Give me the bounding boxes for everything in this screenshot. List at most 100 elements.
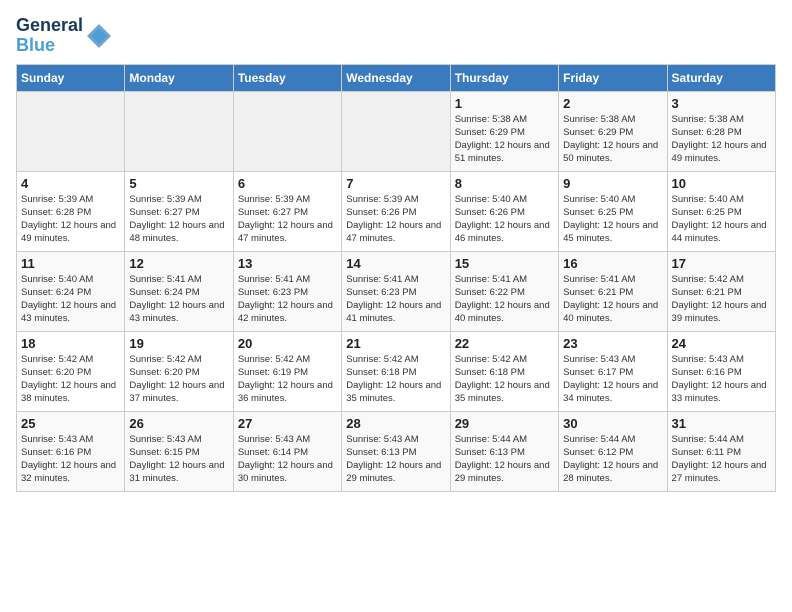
day-number: 31: [672, 416, 771, 431]
day-info: Sunrise: 5:38 AMSunset: 6:29 PMDaylight:…: [563, 114, 658, 165]
weekday-header-tuesday: Tuesday: [233, 64, 341, 91]
day-info: Sunrise: 5:39 AMSunset: 6:26 PMDaylight:…: [346, 194, 441, 245]
calendar-cell: 27 Sunrise: 5:43 AMSunset: 6:14 PMDaylig…: [233, 411, 341, 491]
calendar-cell: [17, 91, 125, 171]
calendar-cell: 30 Sunrise: 5:44 AMSunset: 6:12 PMDaylig…: [559, 411, 667, 491]
calendar-cell: 15 Sunrise: 5:41 AMSunset: 6:22 PMDaylig…: [450, 251, 558, 331]
logo-text: GeneralBlue: [16, 16, 83, 56]
day-number: 4: [21, 176, 120, 191]
day-info: Sunrise: 5:40 AMSunset: 6:24 PMDaylight:…: [21, 274, 116, 325]
day-info: Sunrise: 5:38 AMSunset: 6:28 PMDaylight:…: [672, 114, 767, 165]
day-number: 16: [563, 256, 662, 271]
day-number: 2: [563, 96, 662, 111]
day-number: 26: [129, 416, 228, 431]
calendar-cell: 16 Sunrise: 5:41 AMSunset: 6:21 PMDaylig…: [559, 251, 667, 331]
calendar-cell: 31 Sunrise: 5:44 AMSunset: 6:11 PMDaylig…: [667, 411, 775, 491]
calendar-cell: 21 Sunrise: 5:42 AMSunset: 6:18 PMDaylig…: [342, 331, 450, 411]
day-info: Sunrise: 5:44 AMSunset: 6:11 PMDaylight:…: [672, 434, 767, 485]
day-number: 24: [672, 336, 771, 351]
day-info: Sunrise: 5:40 AMSunset: 6:26 PMDaylight:…: [455, 194, 550, 245]
day-info: Sunrise: 5:41 AMSunset: 6:21 PMDaylight:…: [563, 274, 658, 325]
day-number: 8: [455, 176, 554, 191]
calendar-cell: 9 Sunrise: 5:40 AMSunset: 6:25 PMDayligh…: [559, 171, 667, 251]
calendar-cell: 19 Sunrise: 5:42 AMSunset: 6:20 PMDaylig…: [125, 331, 233, 411]
calendar-cell: 4 Sunrise: 5:39 AMSunset: 6:28 PMDayligh…: [17, 171, 125, 251]
day-number: 7: [346, 176, 445, 191]
day-number: 30: [563, 416, 662, 431]
day-info: Sunrise: 5:41 AMSunset: 6:23 PMDaylight:…: [238, 274, 333, 325]
day-number: 13: [238, 256, 337, 271]
calendar-cell: 5 Sunrise: 5:39 AMSunset: 6:27 PMDayligh…: [125, 171, 233, 251]
calendar-cell: 26 Sunrise: 5:43 AMSunset: 6:15 PMDaylig…: [125, 411, 233, 491]
day-info: Sunrise: 5:43 AMSunset: 6:14 PMDaylight:…: [238, 434, 333, 485]
day-number: 3: [672, 96, 771, 111]
calendar-cell: 3 Sunrise: 5:38 AMSunset: 6:28 PMDayligh…: [667, 91, 775, 171]
week-row: 4 Sunrise: 5:39 AMSunset: 6:28 PMDayligh…: [17, 171, 776, 251]
weekday-header-thursday: Thursday: [450, 64, 558, 91]
day-info: Sunrise: 5:42 AMSunset: 6:20 PMDaylight:…: [21, 354, 116, 405]
day-info: Sunrise: 5:42 AMSunset: 6:20 PMDaylight:…: [129, 354, 224, 405]
week-row: 11 Sunrise: 5:40 AMSunset: 6:24 PMDaylig…: [17, 251, 776, 331]
calendar-cell: 1 Sunrise: 5:38 AMSunset: 6:29 PMDayligh…: [450, 91, 558, 171]
day-number: 21: [346, 336, 445, 351]
day-number: 17: [672, 256, 771, 271]
calendar-cell: 10 Sunrise: 5:40 AMSunset: 6:25 PMDaylig…: [667, 171, 775, 251]
day-number: 12: [129, 256, 228, 271]
day-info: Sunrise: 5:42 AMSunset: 6:19 PMDaylight:…: [238, 354, 333, 405]
day-info: Sunrise: 5:39 AMSunset: 6:27 PMDaylight:…: [129, 194, 224, 245]
day-number: 20: [238, 336, 337, 351]
week-row: 25 Sunrise: 5:43 AMSunset: 6:16 PMDaylig…: [17, 411, 776, 491]
day-number: 1: [455, 96, 554, 111]
day-info: Sunrise: 5:41 AMSunset: 6:24 PMDaylight:…: [129, 274, 224, 325]
calendar-cell: 14 Sunrise: 5:41 AMSunset: 6:23 PMDaylig…: [342, 251, 450, 331]
day-info: Sunrise: 5:43 AMSunset: 6:16 PMDaylight:…: [21, 434, 116, 485]
calendar-cell: 11 Sunrise: 5:40 AMSunset: 6:24 PMDaylig…: [17, 251, 125, 331]
calendar-cell: 7 Sunrise: 5:39 AMSunset: 6:26 PMDayligh…: [342, 171, 450, 251]
calendar-header: SundayMondayTuesdayWednesdayThursdayFrid…: [17, 64, 776, 91]
weekday-header-friday: Friday: [559, 64, 667, 91]
calendar-cell: 28 Sunrise: 5:43 AMSunset: 6:13 PMDaylig…: [342, 411, 450, 491]
day-info: Sunrise: 5:43 AMSunset: 6:13 PMDaylight:…: [346, 434, 441, 485]
calendar-cell: 24 Sunrise: 5:43 AMSunset: 6:16 PMDaylig…: [667, 331, 775, 411]
week-row: 18 Sunrise: 5:42 AMSunset: 6:20 PMDaylig…: [17, 331, 776, 411]
day-info: Sunrise: 5:38 AMSunset: 6:29 PMDaylight:…: [455, 114, 550, 165]
logo-icon: [85, 22, 113, 50]
calendar-cell: 25 Sunrise: 5:43 AMSunset: 6:16 PMDaylig…: [17, 411, 125, 491]
calendar-cell: 29 Sunrise: 5:44 AMSunset: 6:13 PMDaylig…: [450, 411, 558, 491]
day-info: Sunrise: 5:40 AMSunset: 6:25 PMDaylight:…: [563, 194, 658, 245]
day-number: 5: [129, 176, 228, 191]
day-info: Sunrise: 5:44 AMSunset: 6:13 PMDaylight:…: [455, 434, 550, 485]
day-number: 9: [563, 176, 662, 191]
day-info: Sunrise: 5:42 AMSunset: 6:18 PMDaylight:…: [346, 354, 441, 405]
calendar-cell: [342, 91, 450, 171]
day-number: 18: [21, 336, 120, 351]
calendar-cell: 8 Sunrise: 5:40 AMSunset: 6:26 PMDayligh…: [450, 171, 558, 251]
day-info: Sunrise: 5:43 AMSunset: 6:16 PMDaylight:…: [672, 354, 767, 405]
calendar-cell: 18 Sunrise: 5:42 AMSunset: 6:20 PMDaylig…: [17, 331, 125, 411]
calendar-cell: 6 Sunrise: 5:39 AMSunset: 6:27 PMDayligh…: [233, 171, 341, 251]
day-number: 29: [455, 416, 554, 431]
day-number: 11: [21, 256, 120, 271]
calendar-cell: 2 Sunrise: 5:38 AMSunset: 6:29 PMDayligh…: [559, 91, 667, 171]
day-info: Sunrise: 5:42 AMSunset: 6:21 PMDaylight:…: [672, 274, 767, 325]
day-info: Sunrise: 5:44 AMSunset: 6:12 PMDaylight:…: [563, 434, 658, 485]
day-number: 6: [238, 176, 337, 191]
weekday-header-sunday: Sunday: [17, 64, 125, 91]
calendar-cell: 23 Sunrise: 5:43 AMSunset: 6:17 PMDaylig…: [559, 331, 667, 411]
logo: GeneralBlue: [16, 16, 113, 56]
calendar-table: SundayMondayTuesdayWednesdayThursdayFrid…: [16, 64, 776, 492]
week-row: 1 Sunrise: 5:38 AMSunset: 6:29 PMDayligh…: [17, 91, 776, 171]
weekday-header-monday: Monday: [125, 64, 233, 91]
weekday-header-wednesday: Wednesday: [342, 64, 450, 91]
day-info: Sunrise: 5:42 AMSunset: 6:18 PMDaylight:…: [455, 354, 550, 405]
day-number: 22: [455, 336, 554, 351]
day-info: Sunrise: 5:39 AMSunset: 6:27 PMDaylight:…: [238, 194, 333, 245]
calendar-cell: 13 Sunrise: 5:41 AMSunset: 6:23 PMDaylig…: [233, 251, 341, 331]
day-number: 10: [672, 176, 771, 191]
day-number: 28: [346, 416, 445, 431]
day-info: Sunrise: 5:43 AMSunset: 6:15 PMDaylight:…: [129, 434, 224, 485]
day-info: Sunrise: 5:41 AMSunset: 6:22 PMDaylight:…: [455, 274, 550, 325]
day-info: Sunrise: 5:39 AMSunset: 6:28 PMDaylight:…: [21, 194, 116, 245]
weekday-header-saturday: Saturday: [667, 64, 775, 91]
day-info: Sunrise: 5:43 AMSunset: 6:17 PMDaylight:…: [563, 354, 658, 405]
